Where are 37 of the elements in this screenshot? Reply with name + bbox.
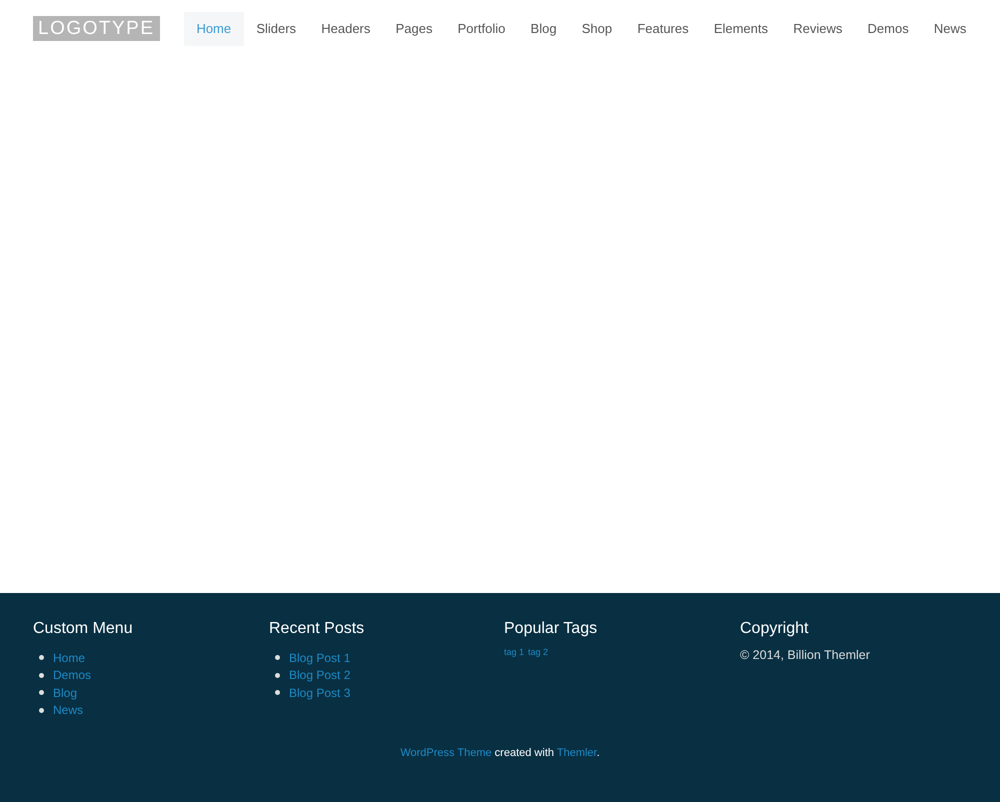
- logo[interactable]: LOGOTYPE: [33, 16, 160, 41]
- footer-link[interactable]: Demos: [53, 668, 92, 682]
- footer-link[interactable]: Blog: [53, 686, 78, 700]
- footer-heading: Custom Menu: [33, 619, 134, 639]
- bullet-icon: [275, 655, 280, 660]
- nav-link[interactable]: Pages: [382, 12, 446, 46]
- bullet-icon: [39, 672, 44, 678]
- bullet-icon: [39, 690, 44, 696]
- footer-link[interactable]: Blog Post 1: [289, 650, 350, 665]
- footer-link[interactable]: Blog Post 3: [289, 686, 350, 700]
- nav-link[interactable]: News: [921, 12, 979, 46]
- nav-link[interactable]: Demos: [854, 12, 922, 46]
- nav-link[interactable]: Home: [184, 12, 244, 46]
- footer-heading: Copyright: [740, 619, 810, 639]
- nav-link[interactable]: Sliders: [244, 12, 309, 46]
- nav-link[interactable]: Reviews: [780, 12, 855, 46]
- footer-heading: Recent Posts: [269, 619, 366, 639]
- theme-link[interactable]: WordPress Theme: [400, 747, 492, 759]
- footer-link[interactable]: Home: [53, 650, 86, 665]
- bullet-icon: [39, 655, 44, 660]
- nav-link[interactable]: Features: [624, 12, 702, 46]
- bullet-icon: [39, 708, 44, 713]
- copyright-text: © 2014, Billion Themler: [740, 648, 871, 662]
- bullet-icon: [275, 690, 280, 696]
- bullet-icon: [275, 672, 280, 678]
- nav-link[interactable]: Headers: [308, 12, 383, 46]
- footer-link[interactable]: News: [53, 703, 84, 718]
- nav-link[interactable]: Blog: [518, 12, 570, 46]
- tag-link[interactable]: tag 2: [528, 647, 548, 657]
- footer-link[interactable]: Blog Post 2: [289, 668, 350, 682]
- nav-link[interactable]: Shop: [569, 12, 625, 46]
- footer-heading: Popular Tags: [504, 619, 598, 639]
- nav-link[interactable]: Portfolio: [445, 12, 518, 46]
- footer-credit: WordPress Theme created with Themler.: [399, 747, 601, 759]
- tag-link[interactable]: tag 1: [504, 647, 524, 657]
- nav-link[interactable]: Elements: [701, 12, 781, 46]
- themler-link[interactable]: Themler: [556, 747, 597, 759]
